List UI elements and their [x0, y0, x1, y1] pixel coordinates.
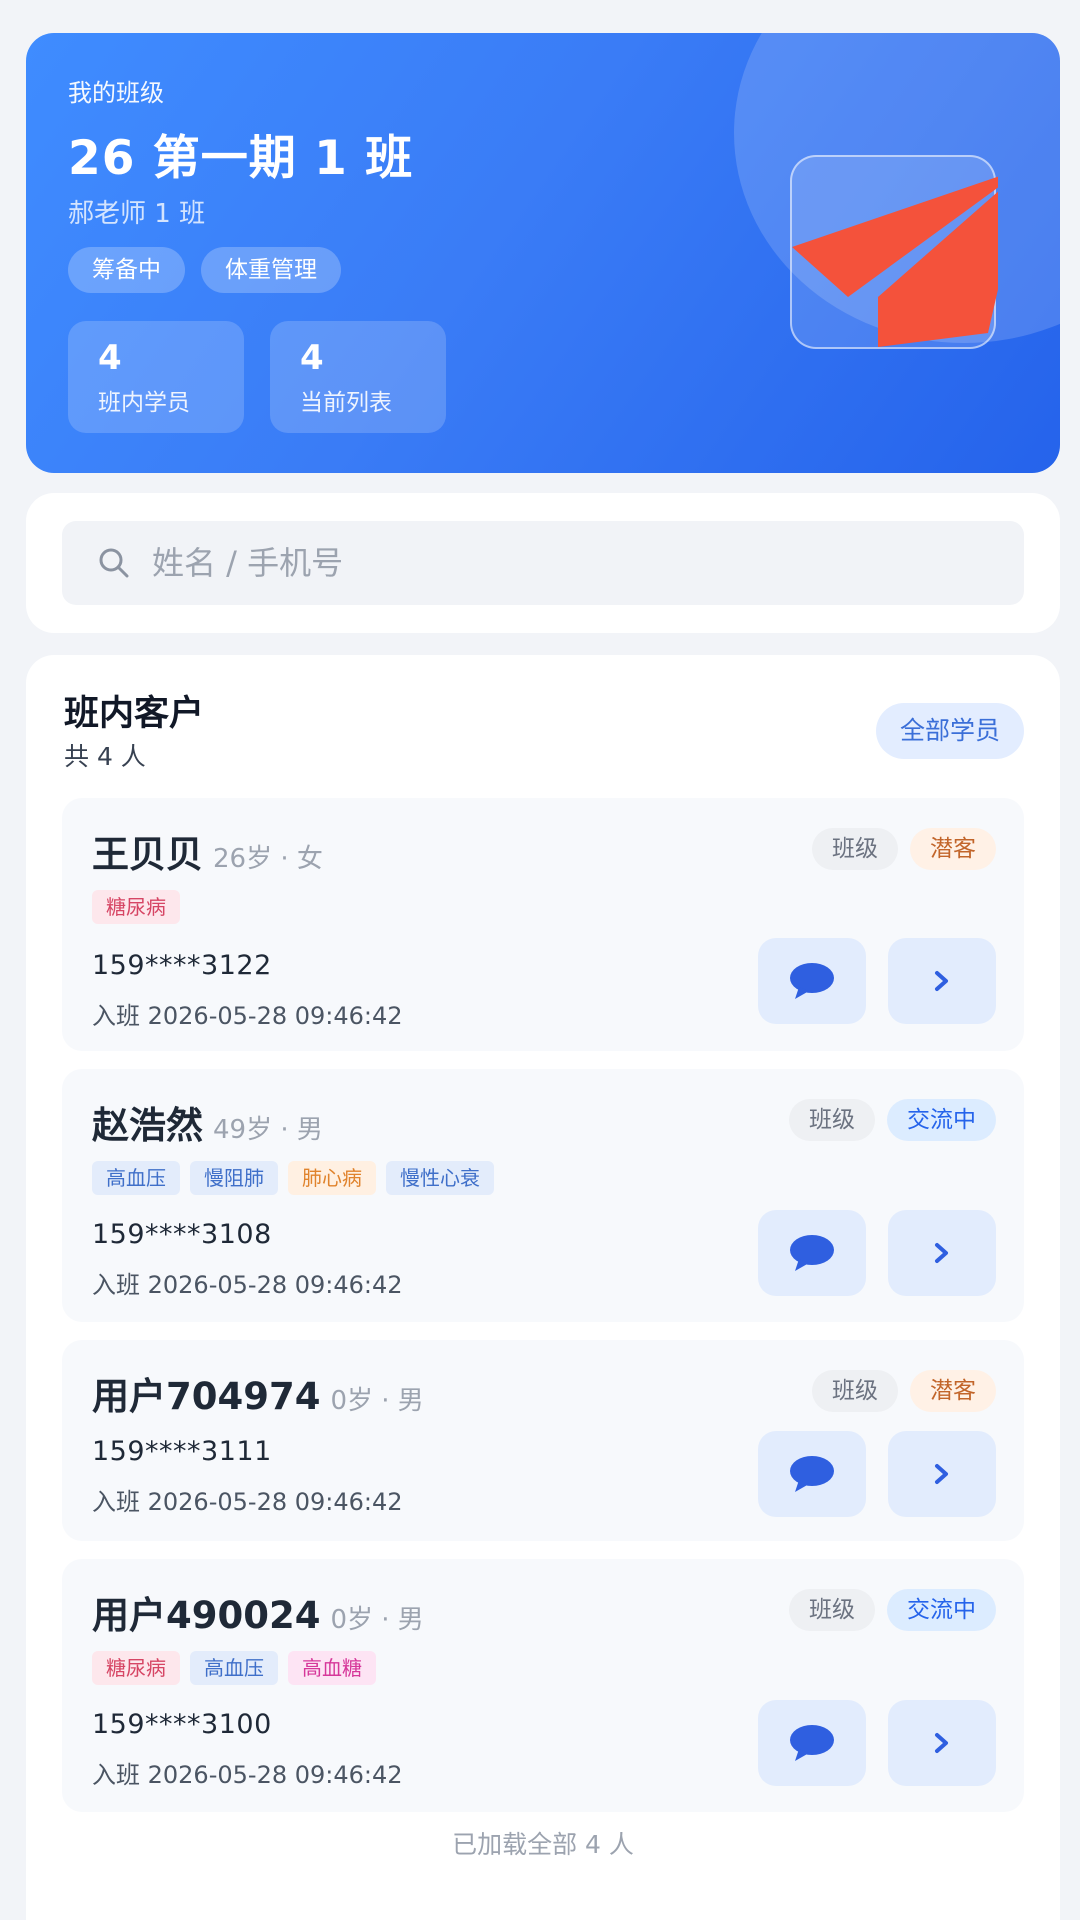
- chevron-right-icon: [935, 1464, 948, 1484]
- client-name: 用户704974 0岁 · 男: [92, 1366, 424, 1420]
- client-badges: 班级 潜客: [812, 1370, 996, 1412]
- client-meta: 0岁 · 男: [330, 1605, 424, 1635]
- disease-tag: 慢性心衰: [386, 1161, 494, 1195]
- open-client-button[interactable]: [888, 1210, 996, 1296]
- client-name-text: 王贝贝: [92, 833, 203, 876]
- client-badges: 班级 交流中: [789, 1099, 996, 1141]
- message-button[interactable]: [758, 1431, 866, 1517]
- client-phone: 159****3100: [92, 1709, 272, 1740]
- client-card[interactable]: 赵浩然 49岁 · 男 班级 交流中 高血压 慢阻肺 肺心病 慢性心衰 159**…: [62, 1069, 1024, 1322]
- search-input[interactable]: [152, 544, 972, 582]
- client-name: 王贝贝 26岁 · 女: [92, 824, 323, 878]
- client-join-time: 入班 2026-05-28 09:46:42: [92, 1002, 403, 1030]
- disease-tag: 糖尿病: [92, 1651, 180, 1685]
- paper-plane-logo: [790, 155, 998, 349]
- disease-tag: 高血糖: [288, 1651, 376, 1685]
- client-join-time: 入班 2026-05-28 09:46:42: [92, 1761, 403, 1789]
- client-name-text: 用户704974: [92, 1375, 321, 1418]
- class-badge: 班级: [789, 1589, 875, 1631]
- chat-bubble-icon: [790, 1235, 834, 1271]
- class-hero-card: 我的班级 26 第一期 1 班 郝老师 1 班 筹备中 体重管理 4 班内学员 …: [26, 33, 1060, 473]
- open-client-button[interactable]: [888, 1431, 996, 1517]
- status-tag: 筹备中: [68, 247, 185, 293]
- all-students-button[interactable]: 全部学员: [875, 703, 1024, 759]
- disease-tags: 糖尿病 高血压 高血糖: [92, 1651, 376, 1685]
- chevron-right-icon: [935, 1243, 948, 1263]
- paper-plane-icon: [792, 176, 998, 347]
- client-badges: 班级 交流中: [789, 1589, 996, 1631]
- client-name-text: 用户490024: [92, 1594, 321, 1637]
- disease-tags: 糖尿病: [92, 890, 180, 924]
- message-button[interactable]: [758, 1700, 866, 1786]
- client-list-card: 班内客户 共 4 人 全部学员 王贝贝 26岁 · 女 班级 潜客 糖尿病 159…: [26, 655, 1060, 1920]
- client-card[interactable]: 王贝贝 26岁 · 女 班级 潜客 糖尿病 159****3122 入班 2026…: [62, 798, 1024, 1051]
- message-button[interactable]: [758, 938, 866, 1024]
- search-card: [26, 493, 1060, 633]
- client-badges: 班级 潜客: [812, 828, 996, 870]
- disease-tag: 高血压: [190, 1651, 278, 1685]
- open-client-button[interactable]: [888, 1700, 996, 1786]
- stat-current-list: 4 当前列表: [270, 321, 446, 433]
- client-meta: 0岁 · 男: [330, 1386, 424, 1416]
- disease-tag: 肺心病: [288, 1161, 376, 1195]
- stat-value: 4: [98, 338, 122, 378]
- disease-tag: 高血压: [92, 1161, 180, 1195]
- client-phone: 159****3108: [92, 1219, 272, 1250]
- client-name: 用户490024 0岁 · 男: [92, 1585, 424, 1639]
- class-badge: 班级: [812, 828, 898, 870]
- disease-tags: 高血压 慢阻肺 肺心病 慢性心衰: [92, 1161, 494, 1195]
- list-footer-note: 已加载全部 4 人: [452, 1830, 634, 1859]
- teacher-subtitle: 郝老师 1 班: [68, 199, 206, 229]
- chevron-right-icon: [935, 971, 948, 991]
- message-button[interactable]: [758, 1210, 866, 1296]
- status-badge: 交流中: [887, 1099, 996, 1141]
- status-badge: 交流中: [887, 1589, 996, 1631]
- status-badge: 潜客: [910, 1370, 996, 1412]
- disease-tag: 糖尿病: [92, 890, 180, 924]
- client-meta: 26岁 · 女: [213, 844, 323, 874]
- client-name: 赵浩然 49岁 · 男: [92, 1095, 323, 1149]
- class-stats: 4 班内学员 4 当前列表: [68, 321, 446, 433]
- category-tag: 体重管理: [201, 247, 341, 293]
- stat-label: 班内学员: [98, 390, 190, 416]
- status-badge: 潜客: [910, 828, 996, 870]
- client-phone: 159****3111: [92, 1436, 272, 1467]
- class-badge: 班级: [789, 1099, 875, 1141]
- hero-eyebrow: 我的班级: [68, 79, 164, 107]
- client-join-time: 入班 2026-05-28 09:46:42: [92, 1271, 403, 1299]
- client-name-text: 赵浩然: [92, 1104, 203, 1147]
- list-title: 班内客户: [64, 694, 205, 734]
- client-card[interactable]: 用户490024 0岁 · 男 班级 交流中 糖尿病 高血压 高血糖 159***…: [62, 1559, 1024, 1812]
- chat-bubble-icon: [790, 1456, 834, 1492]
- list-count: 共 4 人: [64, 742, 146, 771]
- search-icon: [99, 548, 129, 578]
- client-join-time: 入班 2026-05-28 09:46:42: [92, 1488, 403, 1516]
- chat-bubble-icon: [790, 963, 834, 999]
- chevron-right-icon: [935, 1733, 948, 1753]
- class-badge: 班级: [812, 1370, 898, 1412]
- class-title: 26 第一期 1 班: [68, 131, 414, 186]
- client-meta: 49岁 · 男: [213, 1115, 323, 1145]
- client-card[interactable]: 用户704974 0岁 · 男 班级 潜客 159****3111 入班 2026…: [62, 1340, 1024, 1541]
- search-box[interactable]: [62, 521, 1024, 605]
- open-client-button[interactable]: [888, 938, 996, 1024]
- class-tags: 筹备中 体重管理: [68, 247, 341, 293]
- stat-class-students: 4 班内学员: [68, 321, 244, 433]
- chat-bubble-icon: [790, 1725, 834, 1761]
- stat-label: 当前列表: [300, 390, 392, 416]
- client-phone: 159****3122: [92, 950, 272, 981]
- stat-value: 4: [300, 338, 324, 378]
- disease-tag: 慢阻肺: [190, 1161, 278, 1195]
